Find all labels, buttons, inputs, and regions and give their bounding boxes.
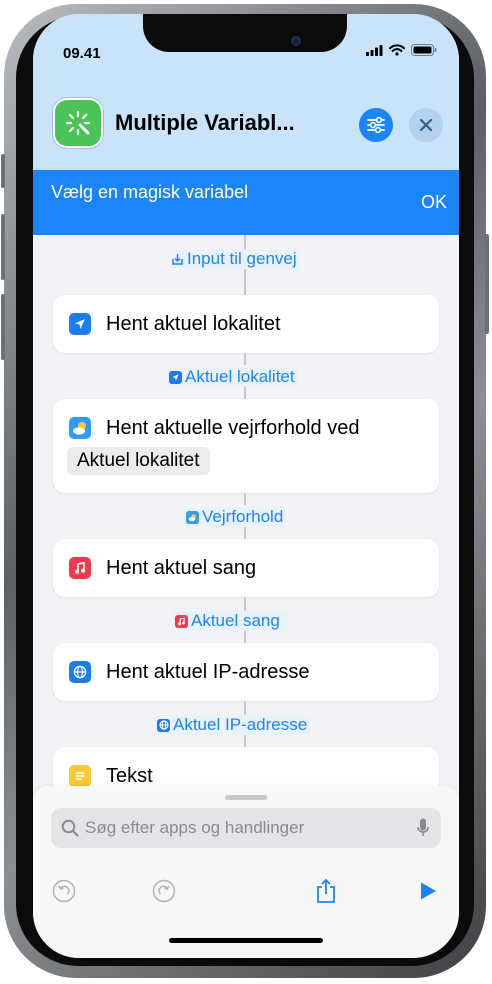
text-icon [69, 765, 91, 787]
mute-switch [1, 154, 5, 188]
search-input[interactable]: Søg efter apps og handlinger [85, 818, 304, 838]
magic-variable-banner: Vælg en magisk variabel OK [33, 170, 459, 235]
run-button[interactable] [413, 876, 443, 906]
connector-line [244, 235, 246, 249]
action-drawer: Søg efter apps og handlinger [33, 786, 459, 958]
side-button [485, 234, 489, 334]
action-label: Hent aktuelle vejrforhold ved [106, 417, 360, 439]
redo-icon [152, 879, 176, 903]
settings-button[interactable] [359, 108, 393, 142]
globe-icon [157, 718, 170, 732]
variable-aktuel-sang[interactable]: Aktuel sang [173, 611, 288, 631]
wifi-icon [389, 44, 405, 56]
workflow-list: Input til genvej Hent aktuel lokalitet A… [33, 235, 459, 805]
action-card-weather[interactable]: Hent aktuelle vejrforhold ved Aktuel lok… [53, 399, 439, 493]
action-card-location[interactable]: Hent aktuel lokalitet [53, 295, 439, 353]
connector-line [244, 387, 246, 399]
weather-icon [186, 510, 199, 524]
action-label: Hent aktuel IP-adresse [106, 661, 310, 683]
connector-line [244, 631, 246, 643]
weather-icon [69, 417, 91, 439]
status-bar: 09.41 [33, 14, 459, 70]
shortcut-app-icon[interactable] [55, 100, 101, 146]
close-button[interactable] [409, 108, 443, 142]
status-time: 09.41 [63, 45, 101, 62]
drawer-grabber[interactable] [225, 795, 267, 800]
home-indicator[interactable] [169, 938, 323, 943]
variable-label: Aktuel lokalitet [185, 367, 295, 386]
banner-text: Vælg en magisk variabel [51, 182, 249, 202]
redo-button[interactable] [149, 876, 179, 906]
sliders-icon [367, 116, 385, 134]
shortcut-title[interactable]: Multiple Variabl... [115, 110, 295, 136]
undo-icon [52, 879, 76, 903]
shortcut-input-icon [171, 253, 184, 266]
connector-line [244, 735, 246, 747]
variable-label: Vejrforhold [202, 507, 284, 526]
action-card-song[interactable]: Hent aktuel sang [53, 539, 439, 597]
connector-line [244, 269, 246, 295]
ok-button[interactable]: OK [421, 192, 447, 213]
action-card-ip-address[interactable]: Hent aktuel IP-adresse [53, 643, 439, 701]
connector-line [244, 527, 246, 539]
search-bar[interactable]: Søg efter apps og handlinger [51, 808, 441, 848]
toolbar [33, 872, 459, 912]
connector-line [244, 353, 246, 365]
cellular-signal-icon [366, 44, 383, 56]
play-icon [421, 882, 436, 900]
volume-down-button [1, 294, 5, 360]
action-label: Tekst [106, 765, 153, 787]
location-arrow-icon [69, 313, 91, 335]
action-label: Hent aktuel lokalitet [106, 313, 281, 335]
status-icons [366, 44, 437, 56]
parameter-token-aktuel-lokalitet[interactable]: Aktuel lokalitet [67, 447, 210, 475]
music-note-icon [69, 557, 91, 579]
connector-line [244, 701, 246, 715]
undo-button[interactable] [49, 876, 79, 906]
close-icon [419, 118, 433, 132]
magic-wand-icon [65, 110, 91, 136]
variable-label: Aktuel sang [191, 611, 280, 630]
action-label: Hent aktuel sang [106, 557, 257, 579]
variable-input-til-genvej[interactable]: Input til genvej [169, 249, 300, 269]
variable-label: Input til genvej [187, 249, 297, 268]
battery-icon [411, 44, 437, 56]
share-button[interactable] [311, 876, 341, 906]
screen: Multiple Variabl... 09.41 Vælg en magisk… [33, 14, 459, 958]
variable-aktuel-lokalitet[interactable]: Aktuel lokalitet [167, 367, 298, 387]
location-arrow-icon [169, 370, 182, 384]
variable-aktuel-ip-adresse[interactable]: Aktuel IP-adresse [155, 715, 311, 735]
share-icon [317, 878, 335, 903]
variable-vejrforhold[interactable]: Vejrforhold [184, 507, 287, 527]
volume-up-button [1, 214, 5, 280]
microphone-icon[interactable] [417, 818, 429, 838]
music-note-icon [175, 614, 188, 628]
variable-label: Aktuel IP-adresse [173, 715, 308, 734]
connector-line [244, 493, 246, 505]
search-icon [61, 819, 79, 837]
connector-line [244, 597, 246, 611]
globe-icon [69, 661, 91, 683]
